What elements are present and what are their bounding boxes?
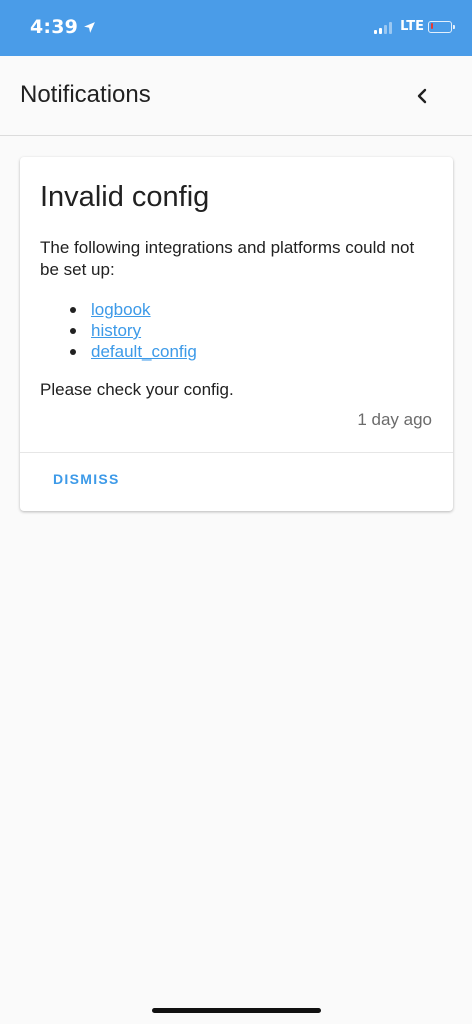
chevron-left-icon [417,88,427,104]
list-item: default_config [40,341,197,362]
page-title: Notifications [20,81,151,108]
integration-link-default-config[interactable]: default_config [91,342,197,361]
network-label: LTE [400,19,424,34]
notification-card: Invalid config The following integration… [20,157,453,511]
bullet [70,307,76,313]
integration-list: logbook history default_config [40,299,197,362]
location-arrow-icon [84,21,95,33]
integration-link-logbook[interactable]: logbook [91,300,151,319]
integration-link-history[interactable]: history [91,321,141,340]
notification-footer: Please check your config. [40,380,234,399]
status-bar: 4:39 LTE [0,0,472,56]
bullet [70,349,76,355]
notification-message: The following integrations and platforms… [40,238,415,279]
dismiss-button[interactable]: DISMISS [44,463,129,495]
notification-timestamp: 1 day ago [357,410,432,429]
notification-title: Invalid config [40,181,210,213]
bullet [70,328,76,334]
app-bar: Notifications [0,56,472,136]
status-time: 4:39 [30,16,79,38]
status-indicators: LTE [374,19,455,34]
battery-icon [428,20,455,33]
cellular-signal-icon [374,20,394,34]
home-indicator[interactable] [152,1008,321,1013]
back-button[interactable] [400,76,444,116]
battery-level-fill [430,23,433,29]
status-time-group: 4:39 [30,16,96,38]
list-item: logbook [40,299,197,320]
card-divider [20,452,453,453]
list-item: history [40,320,197,341]
